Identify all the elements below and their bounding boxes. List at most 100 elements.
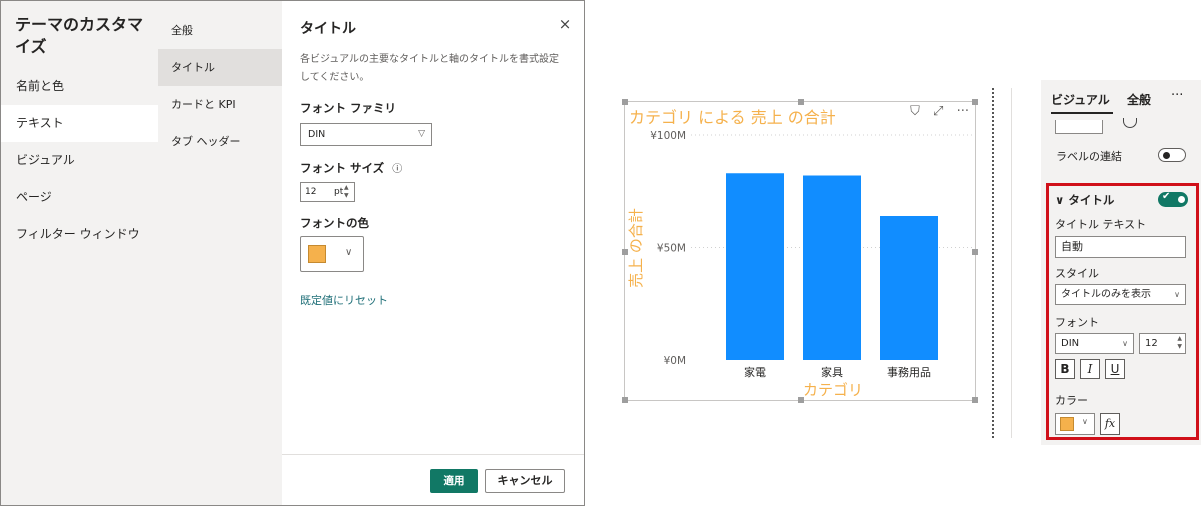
- color-label: カラー: [1055, 394, 1088, 407]
- title-color-picker[interactable]: ∨: [1055, 413, 1095, 435]
- font-family-label: フォント ファミリ: [300, 101, 397, 115]
- dialog-title: テーマのカスタマイズ: [15, 15, 144, 56]
- chevron-down-icon: ▽: [418, 129, 425, 139]
- close-icon[interactable]: ×: [556, 15, 574, 33]
- nav-item-filter-pane[interactable]: フィルター ウィンドウ: [1, 216, 158, 253]
- font-family-value: DIN: [308, 129, 326, 140]
- toggle-knob: [1163, 152, 1170, 159]
- title-text-label: タイトル テキスト: [1055, 218, 1147, 231]
- bar: [880, 216, 938, 360]
- visual-header-tools: ⛉ ⤢ ···: [901, 104, 969, 119]
- x-tick-label: 家電: [744, 365, 766, 379]
- tab-general[interactable]: 全般: [1127, 91, 1151, 108]
- font-size-value: 12: [1145, 338, 1158, 349]
- dialog-sub-nav: 全般 タイトル カードと KPI タブ ヘッダー: [158, 1, 282, 505]
- nav-item-page[interactable]: ページ: [1, 179, 158, 216]
- spin-arrows-icon[interactable]: ▲ ▼: [344, 184, 352, 200]
- underline-button[interactable]: U: [1105, 359, 1125, 379]
- more-options-icon[interactable]: ···: [957, 104, 969, 119]
- font-size-label-row: フォント サイズ ⓘ: [300, 160, 402, 176]
- chevron-down-icon: ∨: [1082, 417, 1088, 426]
- title-enabled-toggle[interactable]: ✔: [1158, 191, 1188, 207]
- x-axis-title: カテゴリ: [803, 381, 863, 399]
- nav-item-name-and-colors[interactable]: 名前と色: [1, 68, 158, 105]
- partial-control-icon: [1123, 118, 1137, 128]
- resize-handle[interactable]: [972, 397, 978, 403]
- dotted-divider: [992, 88, 994, 438]
- font-size-value: 12: [305, 187, 317, 197]
- font-size-stepper[interactable]: 12 ▲ ▼: [1139, 333, 1186, 354]
- toggle-knob: [1178, 196, 1185, 203]
- font-color-picker[interactable]: ∨: [300, 236, 364, 272]
- tab-visual[interactable]: ビジュアル: [1051, 91, 1110, 108]
- chart-title: カテゴリ による 売上 の合計: [629, 108, 836, 127]
- bar: [726, 173, 784, 360]
- font-family-select[interactable]: DIN ▽: [300, 123, 432, 146]
- resize-handle[interactable]: [798, 99, 804, 105]
- sub-item-tab-header[interactable]: タブ ヘッダー: [158, 123, 282, 160]
- more-options-icon[interactable]: ···: [1171, 88, 1183, 103]
- content-title: タイトル: [300, 21, 356, 37]
- focus-mode-icon[interactable]: ⤢: [933, 104, 943, 119]
- color-swatch: [308, 245, 326, 263]
- y-tick-label: ¥50M: [657, 243, 686, 255]
- resize-handle[interactable]: [622, 249, 628, 255]
- y-axis-title: 売上 の合計: [627, 208, 645, 288]
- pane-divider: [1011, 88, 1012, 438]
- filter-icon[interactable]: ⛉: [910, 104, 920, 119]
- sub-item-cards-kpi[interactable]: カードと KPI: [158, 86, 282, 123]
- resize-handle[interactable]: [972, 249, 978, 255]
- label-concatenate-toggle[interactable]: [1158, 148, 1186, 162]
- font-size-label: フォント サイズ: [300, 161, 385, 175]
- title-settings-card: ∨ タイトル ✔ タイトル テキスト 自動 スタイル タイトルのみを表示 ∨ フ…: [1046, 183, 1199, 440]
- chevron-down-icon: ∨: [1122, 339, 1128, 348]
- chart-canvas: ¥0M ¥50M ¥100M 家電 家具 事務用品カテゴリ 売上 の合計: [627, 130, 975, 399]
- dialog-left-nav: テーマのカスタマイズ 名前と色 テキスト ビジュアル ページ フィルター ウィン…: [1, 1, 158, 505]
- resize-handle[interactable]: [622, 99, 628, 105]
- dialog-content: タイトル × 各ビジュアルの主要なタイトルと軸のタイトルを書式設定してください。…: [282, 1, 584, 505]
- format-pane-tabs: ビジュアル 全般 ···: [1041, 80, 1201, 120]
- style-value: タイトルのみを表示: [1061, 289, 1151, 300]
- partial-select[interactable]: [1055, 120, 1103, 134]
- info-icon[interactable]: ⓘ: [392, 164, 402, 175]
- font-label: フォント: [1055, 316, 1099, 329]
- nav-item-visuals[interactable]: ビジュアル: [1, 142, 158, 179]
- y-tick-label: ¥0M: [664, 355, 686, 367]
- y-tick-label: ¥100M: [650, 130, 686, 142]
- conditional-format-fx-button[interactable]: fx: [1100, 413, 1120, 435]
- title-section-label: タイトル: [1068, 193, 1115, 207]
- style-label: スタイル: [1055, 267, 1099, 280]
- style-select[interactable]: タイトルのみを表示 ∨: [1055, 284, 1186, 305]
- chevron-down-icon: ∨: [1174, 290, 1180, 299]
- customize-theme-dialog: テーマのカスタマイズ 名前と色 テキスト ビジュアル ページ フィルター ウィン…: [0, 0, 585, 506]
- bar: [803, 175, 861, 360]
- bold-button[interactable]: B: [1055, 359, 1075, 379]
- font-family-value: DIN: [1061, 338, 1080, 349]
- title-text-input[interactable]: 自動: [1055, 236, 1186, 258]
- sub-item-general[interactable]: 全般: [158, 12, 282, 49]
- bar-chart-visual[interactable]: ¥0M ¥50M ¥100M 家電 家具 事務用品カテゴリ 売上 の合計 カテゴリ による …: [622, 99, 978, 403]
- active-tab-indicator: [1051, 112, 1113, 114]
- x-tick-label: 家具: [821, 365, 843, 379]
- sub-item-title[interactable]: タイトル: [158, 49, 282, 86]
- font-size-stepper[interactable]: 12 pt ▲ ▼: [300, 182, 355, 202]
- title-section-header[interactable]: ∨ タイトル: [1055, 192, 1114, 208]
- resize-handle[interactable]: [798, 397, 804, 403]
- x-tick-label: 事務用品: [887, 365, 931, 379]
- cancel-button[interactable]: キャンセル: [485, 469, 565, 493]
- content-description: 各ビジュアルの主要なタイトルと軸のタイトルを書式設定してください。: [300, 54, 559, 83]
- font-family-select[interactable]: DIN ∨: [1055, 333, 1134, 354]
- color-swatch: [1060, 417, 1074, 431]
- resize-handle[interactable]: [622, 397, 628, 403]
- chevron-down-icon: ∨: [1055, 193, 1065, 207]
- apply-button[interactable]: 適用: [430, 469, 478, 493]
- reset-to-default-link[interactable]: 既定値にリセット: [300, 292, 388, 308]
- font-color-label: フォントの色: [300, 216, 369, 230]
- format-pane: ビジュアル 全般 ··· ラベルの連結 ∨ タイトル ✔ タイトル テキスト 自…: [1041, 80, 1201, 445]
- font-size-unit: pt: [334, 187, 344, 197]
- label-concatenate-label: ラベルの連結: [1056, 150, 1122, 163]
- nav-item-text[interactable]: テキスト: [1, 105, 158, 142]
- resize-handle[interactable]: [972, 99, 978, 105]
- spin-arrows-icon[interactable]: ▲ ▼: [1177, 335, 1182, 351]
- italic-button[interactable]: I: [1080, 359, 1100, 379]
